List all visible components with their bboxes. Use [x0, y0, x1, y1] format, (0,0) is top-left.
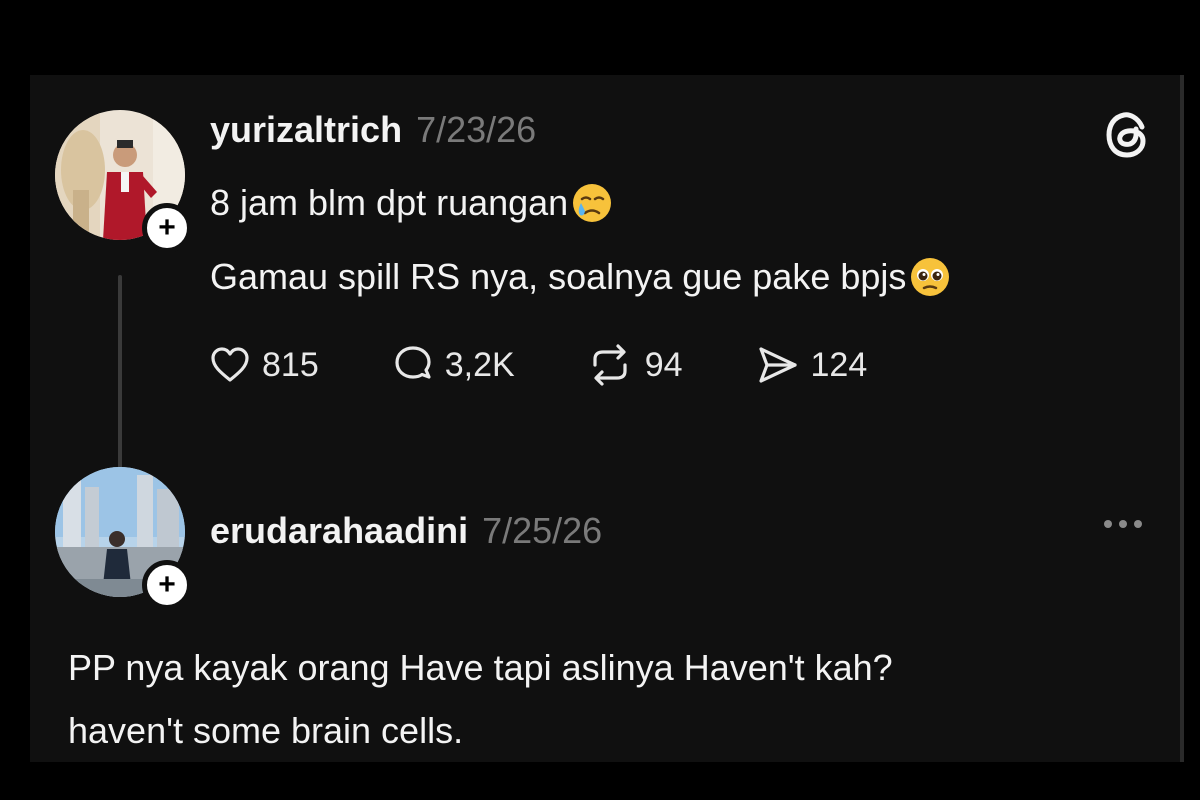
repost-button[interactable]: 94	[585, 343, 683, 387]
reply-timestamp[interactable]: 7/25/26	[482, 510, 602, 552]
repost-icon	[593, 344, 627, 386]
post-text-1: 8 jam blm dpt ruangan	[210, 182, 569, 223]
reply-username[interactable]: erudarahaadini	[210, 510, 468, 552]
post-username[interactable]: yurizaltrich	[210, 109, 402, 151]
crying-face-emoji	[573, 184, 612, 222]
reply-header: erudarahaadini 7/25/26	[210, 510, 602, 552]
follow-button[interactable]: +	[142, 560, 192, 610]
scrollbar	[1180, 75, 1184, 762]
more-dots-icon[interactable]	[1104, 520, 1142, 528]
send-icon	[758, 347, 797, 383]
post-timestamp[interactable]: 7/23/26	[416, 109, 536, 151]
reply-count: 3,2K	[444, 345, 515, 384]
follow-button[interactable]: +	[142, 203, 192, 253]
share-button[interactable]: 124	[755, 343, 868, 387]
plus-icon: +	[158, 568, 176, 601]
reply-text-line-1: PP nya kayak orang Have tapi aslinya Hav…	[68, 647, 893, 688]
post-text-2: Gamau spill RS nya, soalnya gue pake bpj…	[210, 256, 907, 297]
comment-icon	[395, 346, 431, 379]
post-text-line-2: Gamau spill RS nya, soalnya gue pake bpj…	[210, 255, 952, 299]
plus-icon: +	[158, 211, 176, 244]
post-actions: 815 3,2K 94 124	[208, 343, 867, 387]
pleading-face-emoji	[911, 258, 950, 296]
post-text-line-1: 8 jam blm dpt ruangan	[210, 181, 614, 225]
post-header: yurizaltrich 7/23/26	[210, 109, 536, 151]
like-button[interactable]: 815	[208, 343, 319, 387]
reply-button[interactable]: 3,2K	[391, 343, 515, 387]
share-count: 124	[810, 345, 868, 384]
repost-count: 94	[644, 345, 683, 384]
reply-text-line-2: haven't some brain cells.	[68, 710, 464, 751]
heart-icon	[211, 347, 249, 382]
threads-logo-icon[interactable]	[1102, 109, 1154, 161]
like-count: 815	[262, 345, 319, 384]
threads-screenshot-panel: + yurizaltrich 7/23/26 8 jam blm dpt rua…	[30, 75, 1180, 762]
